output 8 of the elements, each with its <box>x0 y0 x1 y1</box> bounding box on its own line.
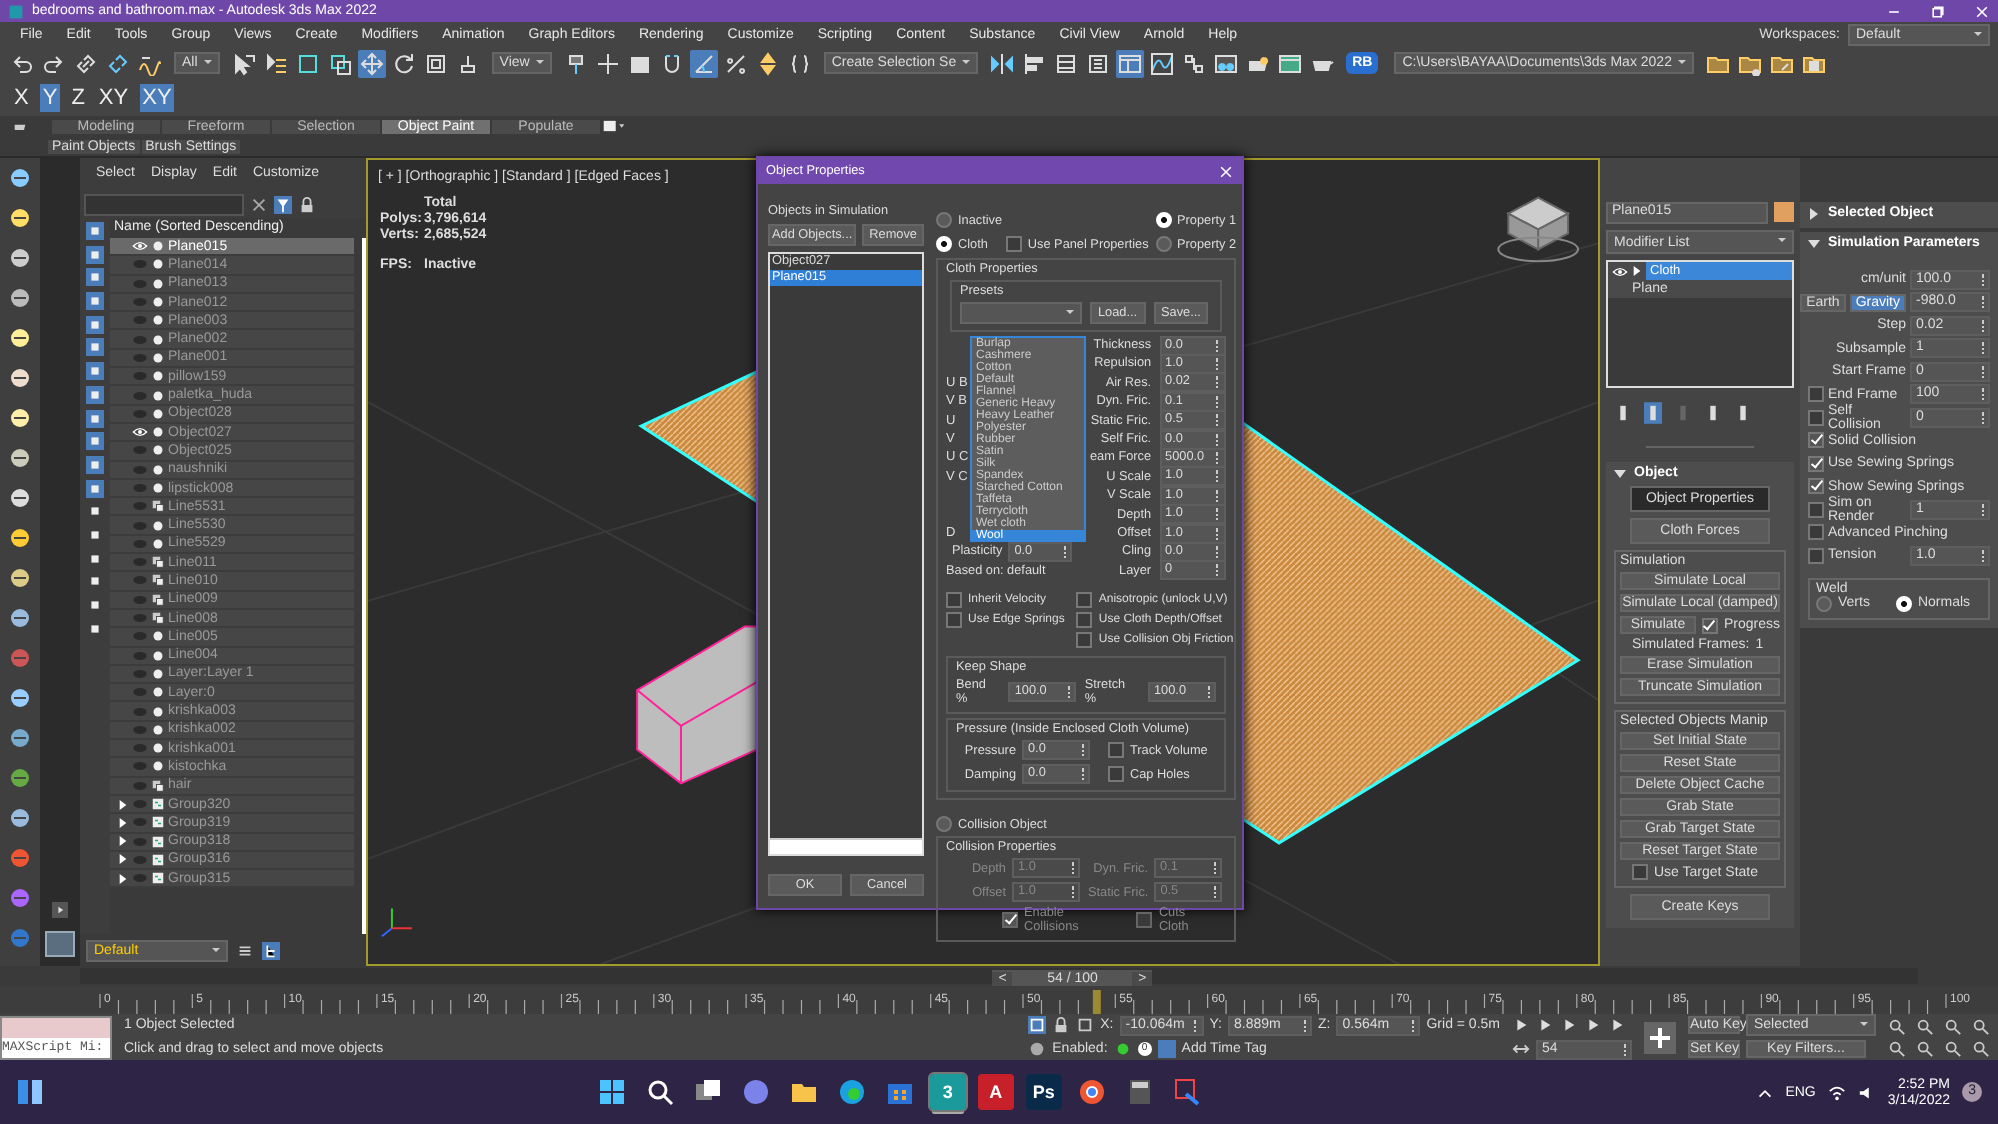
axis-constraint-button[interactable]: X <box>12 84 31 112</box>
app-tile[interactable]: A <box>977 1074 1014 1110</box>
axis-constraint-button[interactable]: Y <box>40 84 60 112</box>
axis-constraint-button[interactable]: XY <box>140 84 174 112</box>
app-tile[interactable]: Ps <box>1025 1074 1062 1110</box>
axis-constraint-button[interactable]: Z <box>69 84 87 112</box>
app-tile[interactable]: 3 <box>929 1074 966 1110</box>
axis-constraint-button[interactable]: XY <box>96 84 131 112</box>
